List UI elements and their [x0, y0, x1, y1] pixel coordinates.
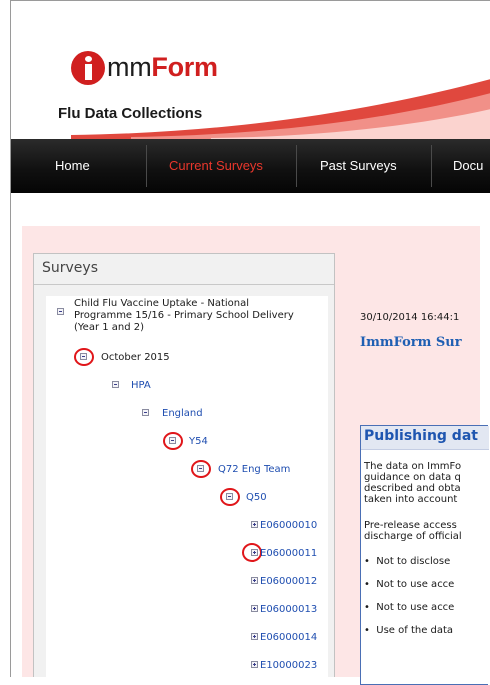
tree-node-label[interactable]: E06000013 [260, 604, 317, 615]
minus-box-icon[interactable] [169, 437, 176, 444]
publishing-text: taken into account [364, 494, 458, 505]
publishing-title: Publishing dat [364, 428, 478, 444]
tree-node-label[interactable]: October 2015 [101, 352, 170, 363]
plus-box-icon[interactable] [251, 521, 258, 528]
tree-node-label[interactable]: Q72 Eng Team [218, 464, 290, 475]
minus-box-icon[interactable] [142, 409, 149, 416]
tree-node-label[interactable]: Q50 [246, 492, 267, 503]
nav-home[interactable]: Home [55, 139, 90, 193]
tree-node-label[interactable]: E06000012 [260, 576, 317, 587]
nav-divider [146, 145, 147, 187]
tree-node-label-cont[interactable]: (Year 1 and 2) [74, 322, 144, 333]
tree-node-label[interactable]: HPA [131, 380, 151, 391]
tree-node-label[interactable]: England [162, 408, 203, 419]
nav-past-surveys[interactable]: Past Surveys [320, 139, 397, 193]
surveys-panel-title: Surveys [42, 260, 98, 276]
nav-divider [296, 145, 297, 187]
plus-box-icon[interactable] [251, 577, 258, 584]
tree-node-label[interactable]: E06000011 [260, 548, 317, 559]
timestamp: 30/10/2014 16:44:1 [360, 312, 460, 323]
minus-box-icon[interactable] [80, 353, 87, 360]
publishing-header: Publishing dat [361, 426, 489, 450]
plus-box-icon[interactable] [251, 549, 258, 556]
site-header: mmForm Flu Data Collections [11, 1, 490, 139]
nav-divider [431, 145, 432, 187]
bullet-item: • Not to use acce [364, 579, 455, 590]
main-nav: Home Current Surveys Past Surveys Docu [11, 139, 490, 193]
nav-current-surveys[interactable]: Current Surveys [169, 139, 263, 193]
logo-wordmark: mmForm [107, 52, 218, 82]
publishing-text: discharge of official [364, 531, 462, 542]
publishing-text: The data on ImmFo [364, 461, 462, 472]
publishing-text: guidance on data q [364, 472, 461, 483]
publishing-text: Pre-release access [364, 520, 457, 531]
minus-box-icon[interactable] [112, 381, 119, 388]
minus-box-icon[interactable] [197, 465, 204, 472]
surveys-panel: Surveys Child Flu Vaccine Uptake - Natio… [33, 253, 335, 678]
plus-box-icon[interactable] [251, 633, 258, 640]
tree-node-label[interactable]: E10000023 [260, 660, 317, 671]
site-subtitle: Flu Data Collections [58, 105, 203, 122]
tree-node-label[interactable]: E06000010 [260, 520, 317, 531]
tree-node-label[interactable]: Y54 [189, 436, 208, 447]
plus-box-icon[interactable] [251, 605, 258, 612]
survey-tree: Child Flu Vaccine Uptake - National Prog… [46, 296, 328, 678]
bullet-item: • Not to use acce [364, 602, 455, 613]
content-heading: ImmForm Sur [360, 335, 462, 350]
tree-node-label-cont[interactable]: Programme 15/16 - Primary School Deliver… [74, 310, 294, 321]
bullet-item: • Not to disclose [364, 556, 451, 567]
plus-box-icon[interactable] [251, 661, 258, 668]
bullet-item: • Use of the data [364, 625, 454, 636]
main-content: 30/10/2014 16:44:1 ImmForm Sur Publishin… [352, 226, 489, 685]
publishing-box: Publishing dat The data on ImmFo guidanc… [360, 425, 489, 685]
minus-box-icon[interactable] [57, 308, 64, 315]
publishing-text: described and obta [364, 483, 461, 494]
tree-node-label[interactable]: E06000014 [260, 632, 317, 643]
panel-divider [34, 284, 334, 285]
minus-box-icon[interactable] [226, 493, 233, 500]
logo-i-icon [71, 51, 105, 85]
nav-documents[interactable]: Docu [453, 139, 483, 193]
tree-node-label[interactable]: Child Flu Vaccine Uptake - National [74, 298, 249, 309]
